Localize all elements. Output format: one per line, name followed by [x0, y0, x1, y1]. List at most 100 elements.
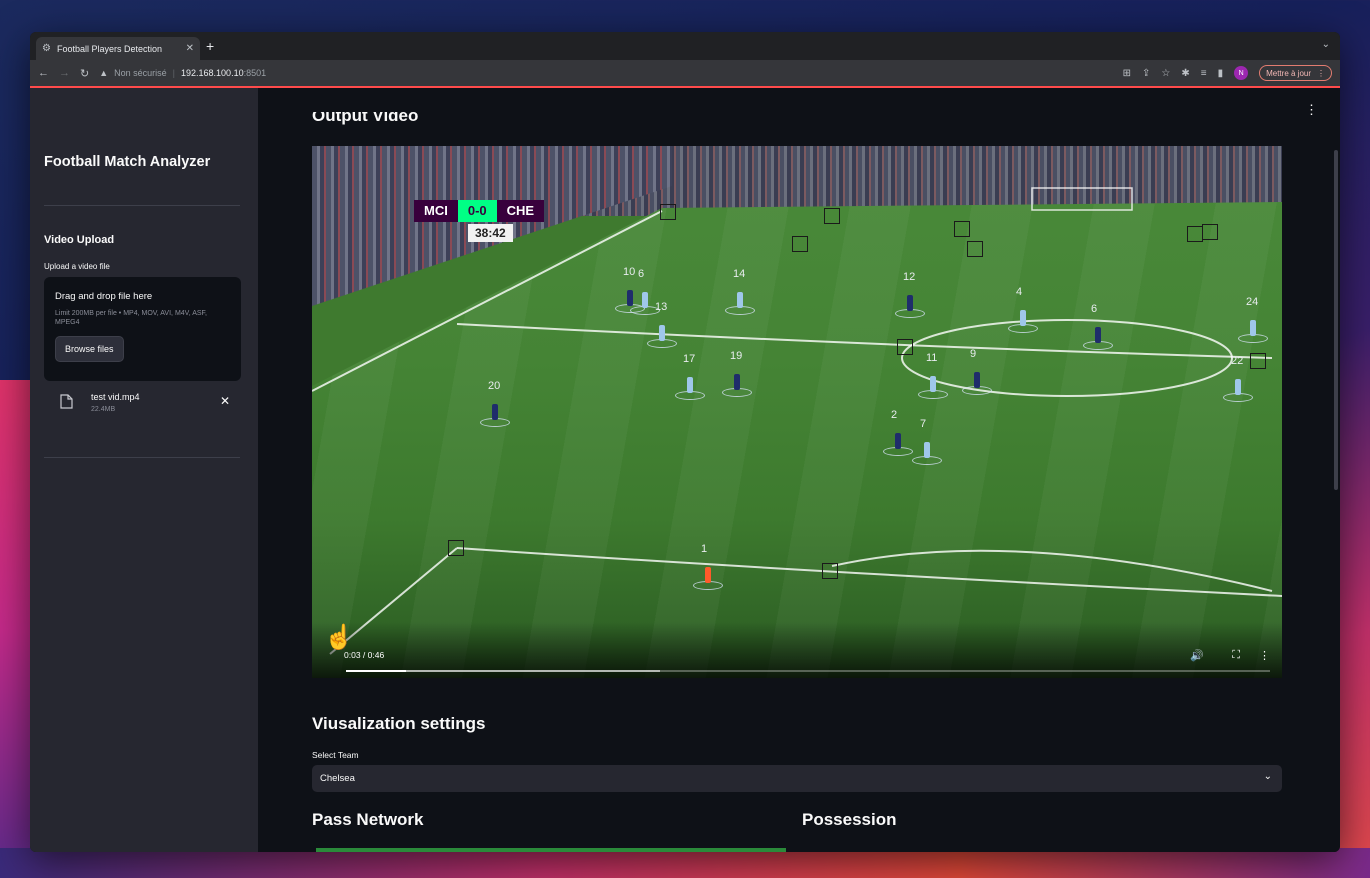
player-marker [974, 372, 980, 388]
player-number: 17 [683, 353, 696, 365]
chevron-down-icon[interactable]: ⌄ [1322, 39, 1330, 50]
tracking-box [1187, 226, 1203, 242]
fullscreen-icon[interactable]: ⛶ [1232, 649, 1240, 662]
browse-files-button[interactable]: Browse files [55, 335, 124, 362]
dropzone-text: Drag and drop file here [55, 291, 153, 302]
player-number: 24 [1246, 296, 1259, 308]
divider [44, 205, 240, 206]
security-label: Non sécurisé [114, 68, 167, 78]
possession-title: Possession [802, 810, 897, 829]
pass-network-chart-edge [316, 848, 786, 852]
extensions-icon[interactable]: ✱ [1181, 68, 1189, 79]
sidebar: Football Match Analyzer Video Upload Upl… [30, 88, 258, 852]
output-video-title: Output Video [312, 112, 419, 125]
team-select[interactable]: Chelsea ⌄ [312, 765, 1282, 792]
streamlit-app: Football Match Analyzer Video Upload Upl… [30, 88, 1340, 852]
browser-tab[interactable]: ⚙ Football Players Detection ✕ [36, 37, 200, 60]
tracking-box [824, 208, 840, 224]
tracking-box [967, 241, 983, 257]
tab-bar: ⚙ Football Players Detection ✕ + ⌄ [30, 32, 1340, 60]
main-menu-icon[interactable]: ⋮ [1305, 102, 1318, 118]
app-title: Football Match Analyzer [44, 154, 211, 170]
video-progress-bar[interactable] [346, 670, 1270, 672]
player-marker [1095, 327, 1101, 343]
file-dropzone[interactable]: Drag and drop file here Limit 200MB per … [44, 277, 241, 381]
video-menu-icon[interactable]: ⋮ [1259, 649, 1270, 662]
tracking-box [954, 221, 970, 237]
uploaded-file: test vid.mp4 22.4MB ✕ [60, 388, 240, 418]
home-team: MCI [414, 200, 458, 222]
player-number: 6 [1091, 303, 1098, 315]
url-separator: | [172, 68, 176, 78]
scoreboard: MCI 0-0 CHE [414, 200, 545, 222]
gear-icon: ⚙ [42, 43, 51, 54]
file-size: 22.4MB [91, 406, 116, 413]
url-host: 192.168.100.10 [181, 68, 244, 78]
player-number: 4 [1016, 286, 1023, 298]
player-marker [642, 292, 648, 308]
player-marker [1250, 320, 1256, 336]
upload-header: Video Upload [44, 234, 115, 246]
divider [44, 457, 240, 458]
volume-icon[interactable]: 🔊 [1190, 649, 1204, 662]
player-marker [930, 376, 936, 392]
player-marker [737, 292, 743, 308]
reload-icon[interactable]: ↻ [80, 67, 89, 80]
player-number: 14 [733, 268, 746, 280]
team-select-value: Chelsea [320, 773, 355, 784]
player-marker [659, 325, 665, 341]
score: 0-0 [457, 200, 497, 222]
player-marker [924, 442, 930, 458]
tracking-box [792, 236, 808, 252]
file-limit-text: Limit 200MB per file • MP4, MOV, AVI, M4… [55, 310, 207, 327]
side-panel-icon[interactable]: ▮ [1218, 68, 1224, 79]
address-bar: ← → ↻ ▲ Non sécurisé | 192.168.100.10 :8… [30, 60, 1340, 86]
new-tab-icon[interactable]: + [206, 38, 214, 54]
desktop-wallpaper-bottom [0, 848, 1370, 878]
player-number: 12 [903, 271, 916, 283]
player-number: 20 [488, 380, 501, 392]
tracking-box [660, 204, 676, 220]
browser-window: ⚙ Football Players Detection ✕ + ⌄ ← → ↻… [30, 32, 1340, 852]
player-number: 7 [920, 418, 927, 430]
player-number: 6 [638, 268, 645, 280]
player-marker [627, 290, 633, 306]
player-marker [1235, 379, 1241, 395]
url-port: :8501 [243, 68, 267, 78]
menu-icon: ⋮ [1317, 68, 1325, 78]
player-marker [895, 433, 901, 449]
player-number: 19 [730, 350, 743, 362]
forward-icon[interactable]: → [59, 67, 70, 79]
chevron-down-icon: ⌄ [1263, 771, 1272, 782]
player-marker [734, 374, 740, 390]
upload-label: Upload a video file [44, 262, 110, 271]
player-number: 1 [701, 543, 708, 555]
back-icon[interactable]: ← [38, 67, 49, 79]
pitch-lines [312, 187, 1282, 655]
remove-file-icon[interactable]: ✕ [220, 394, 230, 408]
player-number: 9 [970, 348, 977, 360]
output-video-player[interactable]: MCI 0-0 CHE 38:42 10 6 14 12 4 6 24 13 17 19 11 9 22… [312, 146, 1282, 678]
main-content: ⋮ Output Video MCI 0-0 CHE 38:42 10 6 14… [258, 88, 1340, 852]
tracking-box [822, 563, 838, 579]
player-marker [492, 404, 498, 420]
player-marker [1020, 310, 1026, 326]
star-icon[interactable]: ☆ [1161, 68, 1170, 79]
pass-network-title: Pass Network [312, 810, 424, 829]
update-button[interactable]: Mettre à jour ⋮ [1259, 65, 1332, 81]
share-icon[interactable]: ⇪ [1142, 68, 1150, 79]
reading-list-icon[interactable]: ≡ [1201, 68, 1207, 79]
select-team-label: Select Team [312, 750, 359, 760]
url-field[interactable]: ▲ Non sécurisé | 192.168.100.10 :8501 [99, 63, 1112, 83]
update-label: Mettre à jour [1266, 68, 1311, 78]
translate-icon[interactable]: ⊞ [1123, 68, 1131, 79]
player-marker [907, 295, 913, 311]
scrollbar[interactable] [1334, 150, 1338, 490]
profile-avatar[interactable]: N [1234, 66, 1249, 80]
video-played [346, 670, 407, 672]
player-marker [705, 567, 711, 583]
file-icon [60, 394, 73, 409]
player-marker [687, 377, 693, 393]
player-number: 13 [655, 301, 668, 313]
close-tab-icon[interactable]: ✕ [186, 43, 194, 54]
